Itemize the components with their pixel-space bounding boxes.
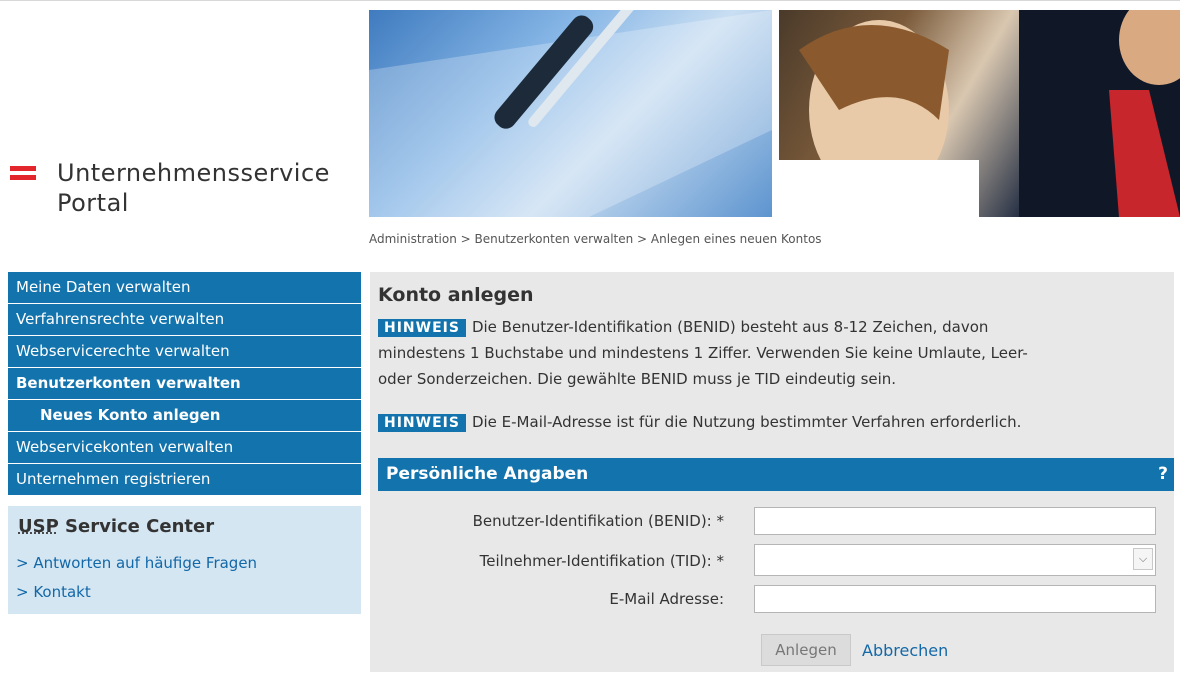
tid-label: Teilnehmer-Identifikation (TID): * bbox=[479, 552, 724, 570]
hint-tag: HINWEIS bbox=[378, 414, 466, 432]
email-label: E-Mail Adresse: bbox=[609, 590, 724, 608]
austria-flag-icon bbox=[10, 166, 36, 183]
contact-link[interactable]: > Kontakt bbox=[16, 583, 91, 601]
header-image-people bbox=[779, 10, 1180, 217]
create-button[interactable]: Anlegen bbox=[761, 634, 851, 666]
hint-text-line: Die Benutzer-Identifikation (BENID) best… bbox=[471, 318, 989, 336]
nav-item-unternehmen-registrieren[interactable]: Unternehmen registrieren bbox=[8, 464, 361, 495]
logo-line-1: Unternehmensservice bbox=[57, 159, 330, 187]
page-title: Konto anlegen bbox=[378, 284, 534, 306]
hint-text-line: oder Sonderzeichen. Die gewählte BENID m… bbox=[378, 370, 897, 388]
hint-text-line: Die E-Mail-Adresse ist für die Nutzung b… bbox=[471, 413, 1022, 431]
chevron-down-icon[interactable]: ⌵ bbox=[1133, 548, 1153, 570]
top-divider bbox=[0, 0, 1180, 1]
cancel-link[interactable]: Abbrechen bbox=[862, 641, 948, 660]
logo-line-2: Portal bbox=[57, 189, 129, 217]
faq-link[interactable]: > Antworten auf häufige Fragen bbox=[16, 554, 257, 572]
nav-item-benutzerkonten[interactable]: Benutzerkonten verwalten bbox=[8, 368, 361, 400]
nav-item-webservicerechte[interactable]: Webservicerechte verwalten bbox=[8, 336, 361, 368]
section-header: Persönliche Angaben ? bbox=[378, 458, 1174, 491]
logo-text: Unternehmensservice Portal bbox=[57, 158, 330, 218]
sidebar-nav: Meine Daten verwalten Verfahrensrechte v… bbox=[8, 272, 361, 495]
nav-item-webservicekonten[interactable]: Webservicekonten verwalten bbox=[8, 432, 361, 464]
benid-input[interactable] bbox=[754, 507, 1156, 535]
service-center-title: USP Service Center bbox=[18, 516, 214, 537]
nav-item-neues-konto[interactable]: Neues Konto anlegen bbox=[8, 400, 361, 432]
usp-abbr: USP bbox=[18, 516, 59, 537]
section-title: Persönliche Angaben bbox=[386, 464, 589, 484]
header-image-pen bbox=[369, 10, 772, 217]
email-input[interactable] bbox=[754, 585, 1156, 613]
help-icon[interactable]: ? bbox=[1158, 458, 1168, 491]
tid-select[interactable]: ⌵ bbox=[754, 544, 1156, 576]
service-center-title-rest: Service Center bbox=[58, 516, 215, 537]
main-panel: Konto anlegen HINWEIS Die Benutzer-Identi… bbox=[370, 272, 1174, 672]
hint-email: HINWEIS Die E-Mail-Adresse ist für die Nu… bbox=[378, 409, 1168, 435]
nav-item-verfahrensrechte[interactable]: Verfahrensrechte verwalten bbox=[8, 304, 361, 336]
hint-tag: HINWEIS bbox=[378, 319, 466, 337]
nav-item-meine-daten[interactable]: Meine Daten verwalten bbox=[8, 272, 361, 304]
hint-text-line: mindestens 1 Buchstabe und mindestens 1 … bbox=[378, 344, 1028, 362]
breadcrumb: Administration > Benutzerkonten verwalte… bbox=[369, 232, 822, 246]
benid-label: Benutzer-Identifikation (BENID): * bbox=[472, 512, 724, 530]
service-center-box: USP Service Center > Antworten auf häufi… bbox=[8, 506, 361, 614]
hint-benid: HINWEIS Die Benutzer-Identifikation (BENI… bbox=[378, 314, 1168, 392]
